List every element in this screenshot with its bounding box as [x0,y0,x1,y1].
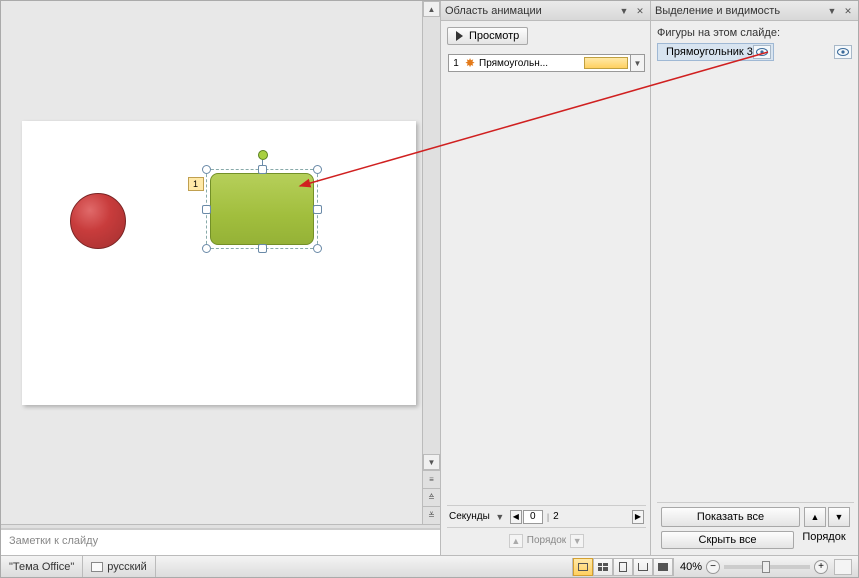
pane-menu-icon[interactable]: ▼ [618,5,630,17]
status-language[interactable]: русский [83,556,155,577]
selection-pane-header[interactable]: Выделение и видимость ▼ ✕ [651,1,858,21]
timeline-menu-icon[interactable]: ▼ [494,511,506,523]
scroll-up-button[interactable]: ▲ [423,1,440,17]
animation-effect-icon: ✸ [463,57,477,69]
shape-oval[interactable] [70,193,126,249]
resize-handle[interactable] [258,165,267,174]
timeline-ruler: Секунды ▼ ◀ 0 | 2 ▶ [447,505,646,527]
pane-menu-icon[interactable]: ▼ [826,5,838,17]
sorter-view-icon [598,563,608,571]
selection-order-label: Порядок [798,531,850,549]
selection-pane-title: Выделение и видимость [655,5,822,17]
selection-pane: Выделение и видимость ▼ ✕ Фигуры на этом… [650,1,858,555]
resize-handle[interactable] [202,165,211,174]
visibility-toggle[interactable] [753,45,771,59]
slide-canvas[interactable]: 1 [22,121,416,405]
timeline-value-right: 2 [553,511,559,522]
shapes-caption: Фигуры на этом слайде: [657,27,854,39]
shape-list-item[interactable]: Прямоугольник 3 [657,43,774,61]
slideshow-view-button[interactable] [653,558,673,576]
status-bar: "Тема Office" русский 40% − + [1,555,858,577]
prev-slide-button[interactable]: ≙ [423,488,440,506]
move-down-icon[interactable]: ▼ [570,534,584,548]
timeline-value: 0 [523,510,543,524]
selection-frame [206,169,318,249]
animation-timing-bar[interactable] [584,57,628,69]
eye-icon [756,47,768,57]
animation-list: 1 ✸ Прямоугольн... ▼ [447,53,646,505]
timeline-prev-button[interactable]: ◀ [510,510,522,524]
zoom-slider[interactable] [724,565,810,569]
animation-reorder: ▲ Порядок ▼ [447,527,646,553]
view-switcher [572,558,674,576]
notes-view-icon [619,562,627,572]
reading-view-icon [638,563,648,571]
scroll-down-button[interactable]: ▼ [423,454,440,470]
zoom-out-button[interactable]: − [706,560,720,574]
seconds-label: Секунды [449,511,490,522]
pane-close-icon[interactable]: ✕ [842,5,854,17]
resize-handle[interactable] [313,165,322,174]
resize-handle[interactable] [313,244,322,253]
animation-item[interactable]: 1 ✸ Прямоугольн... ▼ [448,54,645,72]
notes-view-button[interactable] [613,558,633,576]
move-up-icon[interactable]: ▲ [509,534,523,548]
normal-view-button[interactable] [573,558,593,576]
animation-tag[interactable]: 1 [188,177,204,191]
hide-all-button[interactable]: Скрыть все [661,531,794,549]
resize-handle[interactable] [202,244,211,253]
shape-name: Прямоугольник 3 [660,46,753,58]
resize-handle[interactable] [202,205,211,214]
slide-editor-area: 1 ▲ ▼ ≡ ≙ ≚ Заметки к слайду [1,1,440,555]
animation-pane-header[interactable]: Область анимации ▼ ✕ [441,1,650,21]
eye-icon [837,47,849,57]
animation-index: 1 [449,58,463,69]
zoom-in-button[interactable]: + [814,560,828,574]
shapes-list: Прямоугольник 3 Овал 2 [657,43,854,502]
resize-handle[interactable] [313,205,322,214]
animation-pane: Область анимации ▼ ✕ Просмотр 1 ✸ Прямоу… [440,1,650,555]
splitter-handle[interactable]: ≡ [423,470,440,488]
play-button-label: Просмотр [469,30,519,42]
show-all-button[interactable]: Показать все [661,507,800,527]
move-down-button[interactable]: ▼ [828,507,850,527]
resize-handle[interactable] [258,244,267,253]
visibility-toggle[interactable] [834,45,852,59]
rotate-handle[interactable] [258,150,268,160]
status-theme[interactable]: "Тема Office" [1,556,83,577]
zoom-thumb[interactable] [762,561,770,573]
animation-item-name: Прямоугольн... [477,58,582,69]
animation-item-menu-icon[interactable]: ▼ [630,55,644,71]
timeline-next-button[interactable]: ▶ [632,510,644,524]
slideshow-view-icon [658,563,668,571]
order-label: Порядок [527,535,566,546]
zoom-control: 40% − + [674,559,858,575]
next-slide-button[interactable]: ≚ [423,506,440,524]
notes-area[interactable]: Заметки к слайду [1,529,440,555]
play-animation-button[interactable]: Просмотр [447,27,528,45]
play-icon [456,31,463,41]
animation-pane-title: Область анимации [445,5,614,17]
editor-scrollbar[interactable]: ▲ ▼ ≡ ≙ ≚ [422,1,440,524]
pane-close-icon[interactable]: ✕ [634,5,646,17]
fit-to-window-button[interactable] [834,559,852,575]
spellcheck-icon [91,562,103,572]
normal-view-icon [578,563,588,571]
reading-view-button[interactable] [633,558,653,576]
move-up-button[interactable]: ▲ [804,507,826,527]
sorter-view-button[interactable] [593,558,613,576]
zoom-level[interactable]: 40% [680,561,702,573]
